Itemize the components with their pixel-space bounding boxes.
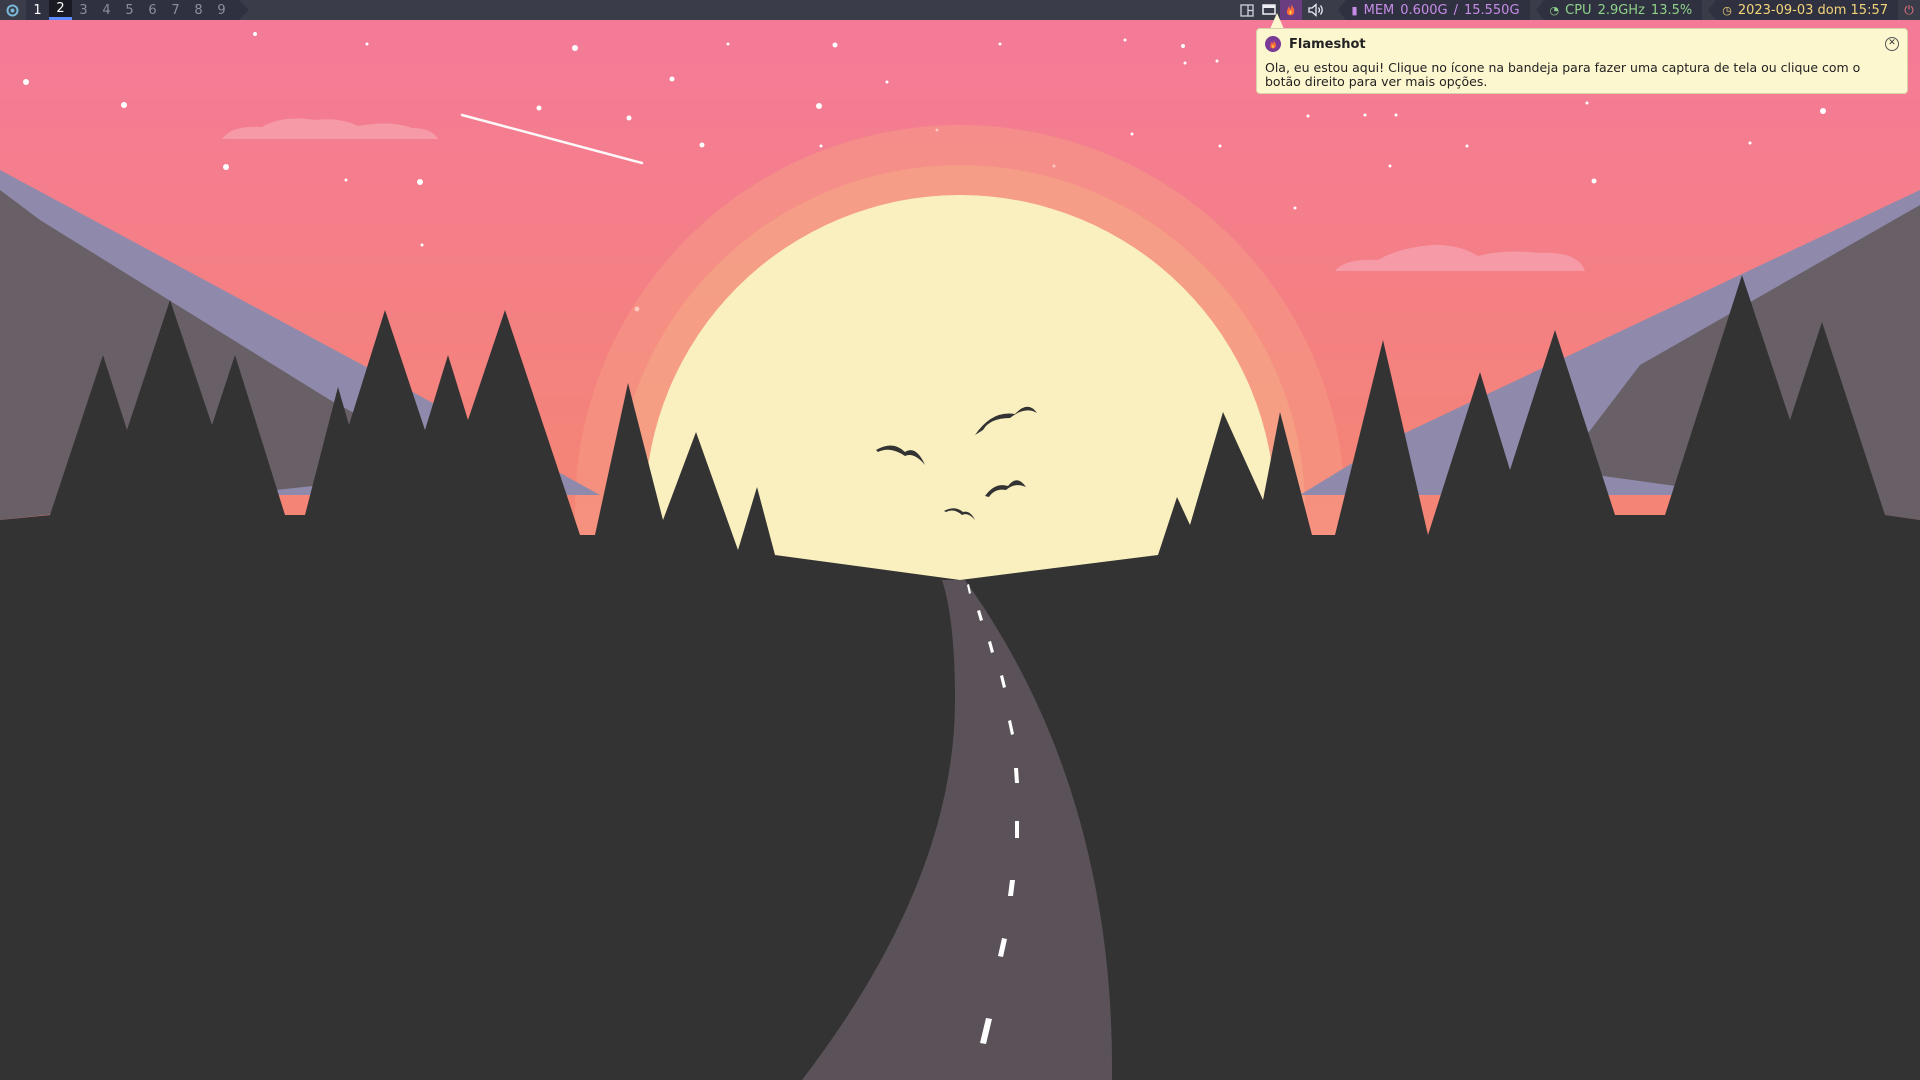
- close-icon[interactable]: ✕: [1885, 37, 1899, 51]
- memory-indicator[interactable]: ▮ MEM 0.600G / 15.550G: [1345, 0, 1530, 20]
- cpu-indicator[interactable]: ◔ CPU 2.9GHz 13.5%: [1543, 0, 1703, 20]
- cpu-usage: 13.5%: [1650, 2, 1693, 18]
- memory-separator: /: [1453, 2, 1458, 18]
- separator: [1535, 0, 1544, 20]
- cpu-frequency: 2.9GHz: [1597, 2, 1645, 18]
- flameshot-icon: [1265, 36, 1281, 52]
- system-tray: ▮ MEM 0.600G / 15.550G ◔ CPU 2.9GHz 13.5…: [1236, 0, 1920, 20]
- notification-header: Flameshot ✕: [1257, 29, 1907, 53]
- separator: [1337, 0, 1346, 20]
- volume-icon[interactable]: [1302, 0, 1332, 20]
- notification-pointer: [1270, 13, 1284, 29]
- workspace-4[interactable]: 4: [95, 0, 118, 20]
- workspace-8[interactable]: 8: [187, 0, 210, 20]
- workspace-9[interactable]: 9: [210, 0, 233, 20]
- gauge-icon: ◔: [1549, 3, 1560, 17]
- desktop-wallpaper: [0, 0, 1920, 1080]
- cpu-label: CPU: [1565, 2, 1592, 18]
- separator: [1708, 0, 1717, 20]
- workspace-5[interactable]: 5: [118, 0, 141, 20]
- memory-total: 15.550G: [1463, 2, 1520, 18]
- top-panel: 1 2 3 4 5 6 7 8 9 ▮ MEM 0.600G / 15.550G: [0, 0, 1920, 20]
- distro-logo-icon[interactable]: [4, 2, 20, 18]
- workspace-6[interactable]: 6: [141, 0, 164, 20]
- workspace-2[interactable]: 2: [49, 0, 72, 20]
- clock-datetime: 2023-09-03 dom 15:57: [1737, 2, 1888, 18]
- workspace-1[interactable]: 1: [26, 0, 49, 20]
- notification-title: Flameshot: [1289, 36, 1366, 52]
- memory-icon: ▮: [1351, 3, 1358, 17]
- workspace-3[interactable]: 3: [72, 0, 95, 20]
- workspace-switcher: 1 2 3 4 5 6 7 8 9: [26, 0, 249, 20]
- memory-label: MEM: [1363, 2, 1395, 18]
- clock[interactable]: ◷ 2023-09-03 dom 15:57: [1716, 0, 1898, 20]
- notification-body: Ola, eu estou aqui! Clique no ícone na b…: [1265, 60, 1861, 89]
- workspace-7[interactable]: 7: [164, 0, 187, 20]
- notification-popup[interactable]: Flameshot ✕ Ola, eu estou aqui! Clique n…: [1256, 28, 1908, 94]
- layout-icon[interactable]: [1236, 0, 1258, 20]
- clock-icon: ◷: [1722, 3, 1732, 17]
- power-icon[interactable]: ⏻: [1898, 3, 1920, 18]
- memory-used: 0.600G: [1400, 2, 1448, 18]
